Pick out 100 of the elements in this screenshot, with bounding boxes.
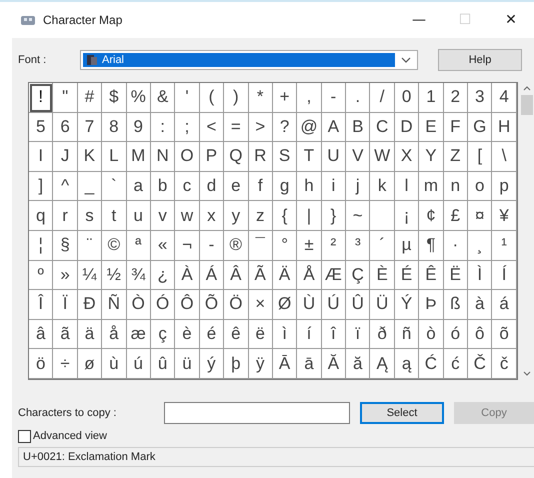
character-cell[interactable]: º bbox=[29, 260, 54, 290]
character-cell[interactable]: Ì bbox=[468, 260, 492, 290]
character-cell[interactable]: 9 bbox=[126, 112, 151, 142]
character-cell[interactable]: * bbox=[248, 83, 273, 113]
character-cell[interactable]: Ā bbox=[272, 349, 298, 379]
character-cell[interactable]: Í bbox=[492, 260, 517, 290]
character-cell[interactable]: ¡ bbox=[394, 201, 420, 231]
character-cell[interactable]: 6 bbox=[53, 112, 78, 142]
character-cell[interactable]: _ bbox=[78, 172, 102, 202]
character-cell[interactable]: v bbox=[150, 201, 176, 231]
character-cell[interactable]: ú bbox=[126, 349, 151, 379]
character-cell[interactable]: ï bbox=[346, 320, 370, 350]
character-cell[interactable]: ¦ bbox=[29, 230, 54, 261]
character-cell[interactable]: Ć bbox=[419, 349, 444, 379]
character-cell[interactable]: É bbox=[394, 260, 420, 290]
character-cell[interactable]: k bbox=[370, 172, 395, 202]
character-cell[interactable]: ¼ bbox=[78, 260, 102, 290]
character-cell[interactable]: È bbox=[370, 260, 395, 290]
character-cell[interactable]: 4 bbox=[492, 83, 517, 113]
character-cell[interactable]: P bbox=[200, 142, 224, 172]
character-cell[interactable]: æ bbox=[126, 320, 151, 350]
character-cell[interactable]: ì bbox=[272, 320, 298, 350]
character-cell[interactable]: i bbox=[322, 172, 346, 202]
character-cell[interactable]: ö bbox=[29, 349, 54, 379]
character-cell[interactable]: ð bbox=[370, 320, 395, 350]
character-cell[interactable]: ¨ bbox=[78, 230, 102, 261]
character-cell[interactable]: R bbox=[248, 142, 273, 172]
character-cell[interactable]: C bbox=[370, 112, 395, 142]
character-cell[interactable]: ø bbox=[78, 349, 102, 379]
character-cell[interactable]: ° bbox=[272, 230, 298, 261]
character-cell[interactable]: x bbox=[200, 201, 224, 231]
character-cell[interactable]: ó bbox=[444, 320, 468, 350]
select-button[interactable]: Select bbox=[360, 402, 444, 424]
character-cell[interactable]: ü bbox=[175, 349, 200, 379]
character-cell[interactable]: Ø bbox=[272, 290, 298, 320]
character-cell[interactable]: ! bbox=[29, 83, 54, 113]
character-cell[interactable]: µ bbox=[394, 230, 420, 261]
character-cell[interactable]: ; bbox=[175, 112, 200, 142]
character-cell[interactable]: H bbox=[492, 112, 517, 142]
character-cell[interactable]: [ bbox=[468, 142, 492, 172]
character-cell[interactable]: ¹ bbox=[492, 230, 517, 261]
character-cell[interactable]: c bbox=[175, 172, 200, 202]
character-cell[interactable]: » bbox=[53, 260, 78, 290]
character-cell[interactable]: ā bbox=[297, 349, 322, 379]
character-cell[interactable]: 1 bbox=[419, 83, 444, 113]
character-cell[interactable]: ¤ bbox=[468, 201, 492, 231]
character-cell[interactable]: ] bbox=[29, 172, 54, 202]
character-cell[interactable]: ù bbox=[102, 349, 127, 379]
close-button[interactable]: ✕ bbox=[488, 5, 534, 35]
character-cell[interactable]: Č bbox=[468, 349, 492, 379]
character-cell[interactable]: W bbox=[370, 142, 395, 172]
character-cell[interactable]: Ö bbox=[224, 290, 249, 320]
character-cell[interactable]: 8 bbox=[102, 112, 127, 142]
character-cell[interactable]: © bbox=[102, 230, 127, 261]
character-cell[interactable]: b bbox=[150, 172, 176, 202]
character-cell[interactable]: î bbox=[322, 320, 346, 350]
character-cell[interactable]: A bbox=[322, 112, 346, 142]
scroll-thumb[interactable] bbox=[521, 95, 534, 115]
character-cell[interactable]: $ bbox=[102, 83, 127, 113]
character-cell[interactable]: ã bbox=[53, 320, 78, 350]
character-cell[interactable]: Ú bbox=[322, 290, 346, 320]
character-cell[interactable]: . bbox=[346, 83, 370, 113]
character-cell[interactable]: ¸ bbox=[468, 230, 492, 261]
character-cell[interactable]: ³ bbox=[346, 230, 370, 261]
character-cell[interactable]: ą bbox=[394, 349, 420, 379]
character-cell[interactable]: B bbox=[346, 112, 370, 142]
character-cell[interactable]: Ý bbox=[394, 290, 420, 320]
character-cell[interactable]: g bbox=[272, 172, 298, 202]
character-cell[interactable]: w bbox=[175, 201, 200, 231]
character-cell[interactable]: í bbox=[297, 320, 322, 350]
character-cell[interactable]: - bbox=[322, 83, 346, 113]
character-cell[interactable]: z bbox=[248, 201, 273, 231]
character-cell[interactable]: ô bbox=[468, 320, 492, 350]
character-cell[interactable]: N bbox=[150, 142, 176, 172]
character-cell[interactable] bbox=[370, 201, 395, 231]
character-cell[interactable]: > bbox=[248, 112, 273, 142]
character-cell[interactable]: E bbox=[419, 112, 444, 142]
character-cell[interactable]: Z bbox=[444, 142, 468, 172]
character-cell[interactable]: q bbox=[29, 201, 54, 231]
font-dropdown[interactable]: Arial bbox=[80, 50, 418, 70]
help-button[interactable]: Help bbox=[438, 49, 522, 71]
character-cell[interactable]: : bbox=[150, 112, 176, 142]
character-cell[interactable]: ç bbox=[150, 320, 176, 350]
character-cell[interactable]: ¥ bbox=[492, 201, 517, 231]
character-cell[interactable]: ý bbox=[200, 349, 224, 379]
character-cell[interactable]: t bbox=[102, 201, 127, 231]
character-cell[interactable]: ć bbox=[444, 349, 468, 379]
character-cell[interactable]: h bbox=[297, 172, 322, 202]
character-cell[interactable]: = bbox=[224, 112, 249, 142]
character-cell[interactable]: a bbox=[126, 172, 151, 202]
character-cell[interactable]: @ bbox=[297, 112, 322, 142]
character-cell[interactable]: À bbox=[175, 260, 200, 290]
character-cell[interactable]: D bbox=[394, 112, 420, 142]
character-cell[interactable]: × bbox=[248, 290, 273, 320]
character-cell[interactable]: ² bbox=[322, 230, 346, 261]
character-cell[interactable]: Ò bbox=[126, 290, 151, 320]
character-cell[interactable]: ă bbox=[346, 349, 370, 379]
character-cell[interactable]: ê bbox=[224, 320, 249, 350]
character-cell[interactable]: § bbox=[53, 230, 78, 261]
character-cell[interactable]: \ bbox=[492, 142, 517, 172]
